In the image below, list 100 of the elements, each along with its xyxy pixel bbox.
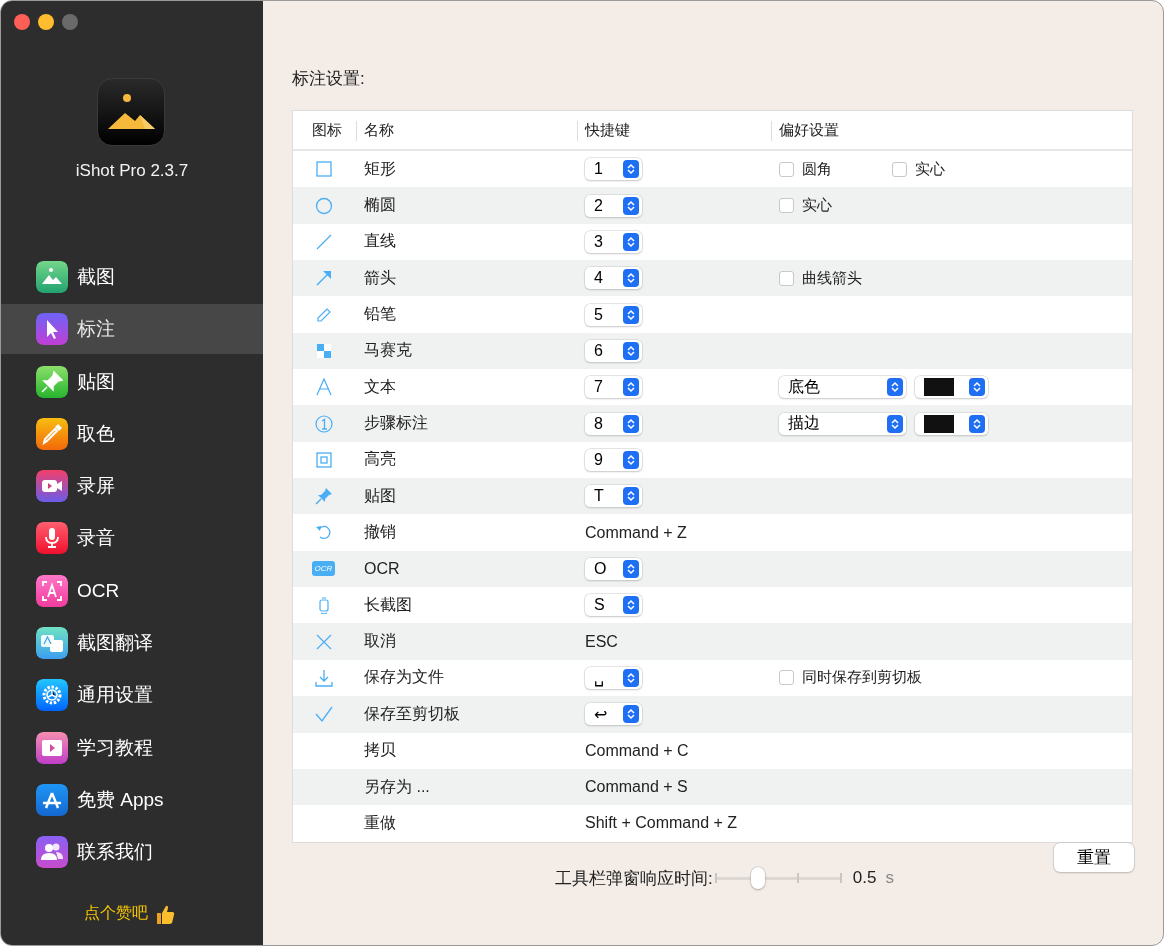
stepper-icon — [627, 199, 635, 212]
eyedropper-icon — [36, 417, 68, 450]
shortcut-popup[interactable]: 3 — [585, 230, 642, 253]
shortcut-text: Command + C — [585, 741, 689, 760]
sidebar-item[interactable]: OCR — [1, 565, 263, 616]
line-icon — [314, 232, 333, 251]
slider-value: 0.5 — [852, 868, 877, 889]
letter-icon — [314, 378, 333, 397]
microphone-icon — [36, 522, 68, 555]
tool-name: 贴图 — [364, 485, 396, 506]
tool-name: 保存至剪切板 — [364, 703, 460, 724]
stepper-icon — [973, 417, 981, 430]
undo-icon — [314, 523, 333, 542]
download-icon — [314, 669, 333, 687]
style-dropdown[interactable]: 底色 — [779, 376, 906, 399]
shortcut-popup[interactable]: 1 — [585, 158, 642, 181]
checkerboard-icon — [314, 341, 333, 360]
checkbox-label: 圆角 — [802, 159, 832, 179]
sidebar-item[interactable]: 标注 — [1, 304, 263, 355]
shortcut-popup[interactable]: 4 — [585, 267, 642, 290]
color-picker[interactable] — [915, 376, 988, 399]
shortcut-popup[interactable]: 7 — [585, 376, 642, 399]
checkbox-label: 曲线箭头 — [802, 268, 862, 288]
sidebar-item[interactable]: 截图 — [1, 252, 263, 302]
people-icon — [36, 836, 68, 869]
tool-name: 直线 — [364, 231, 396, 252]
video-camera-icon — [36, 470, 68, 503]
sidebar-item[interactable]: 贴图 — [1, 356, 263, 407]
checkbox[interactable] — [779, 270, 794, 286]
slider-label: 工具栏弹窗响应时间: — [555, 867, 713, 890]
shortcut-text: Shift + Command + Z — [585, 814, 738, 833]
sidebar-item[interactable]: 截图翻译 — [1, 618, 263, 669]
sidebar-item[interactable]: 通用设置 — [1, 670, 263, 721]
sidebar-item[interactable]: 联系我们 — [1, 827, 263, 878]
shortcut-text: Command + Z — [585, 523, 687, 542]
response-time-slider[interactable] — [715, 869, 841, 888]
arrow-icon — [314, 269, 333, 288]
tool-name: 拷贝 — [364, 740, 396, 761]
app-version: iShot Pro 2.3.7 — [74, 161, 190, 181]
nested-square-icon — [314, 450, 333, 469]
pin-icon — [314, 487, 333, 506]
like-prompt[interactable]: 点个赞吧 — [84, 903, 148, 925]
tool-name: OCR — [364, 559, 400, 578]
tool-name: 矩形 — [364, 158, 396, 179]
shortcut-popup[interactable]: 2 — [585, 194, 642, 217]
slider-thumb[interactable] — [751, 867, 766, 890]
checkbox[interactable] — [779, 670, 794, 686]
checkbox-label: 实心 — [915, 159, 945, 179]
shortcut-popup[interactable]: S — [585, 594, 642, 617]
tool-name: 长截图 — [364, 594, 412, 615]
sidebar-item[interactable]: 录音 — [1, 513, 263, 564]
section-title: 标注设置: — [292, 68, 366, 90]
tool-name: 高亮 — [364, 449, 396, 470]
checkbox[interactable] — [779, 198, 794, 213]
app-store-icon — [36, 783, 68, 816]
stepper-icon — [627, 381, 635, 394]
close-button[interactable] — [14, 14, 30, 30]
stepper-icon — [627, 708, 635, 721]
cursor-icon — [36, 313, 68, 346]
shortcut-popup[interactable]: 8 — [585, 412, 642, 435]
sidebar-item[interactable]: 免费 Apps — [1, 774, 263, 825]
unit-label: s — [885, 868, 894, 889]
stepper-icon — [627, 672, 635, 684]
numbered-circle-icon — [314, 414, 333, 433]
checkbox[interactable] — [892, 161, 907, 177]
picture-icon — [36, 261, 68, 293]
ocr-badge-icon: OCR — [311, 561, 336, 577]
tool-name: 文本 — [364, 376, 396, 397]
reset-button[interactable]: 重置 — [1054, 842, 1134, 872]
video-frame-icon — [36, 731, 68, 764]
shortcut-popup[interactable]: T — [585, 485, 642, 508]
shortcut-popup[interactable]: 5 — [585, 303, 642, 326]
close-icon — [314, 632, 333, 651]
sidebar-item[interactable]: 录屏 — [1, 461, 263, 512]
checkmark-icon — [314, 705, 333, 724]
shortcut-popup[interactable]: 9 — [585, 448, 642, 471]
minimize-button[interactable] — [38, 14, 54, 30]
tool-name: 马赛克 — [364, 340, 412, 361]
checkbox[interactable] — [779, 161, 794, 177]
stepper-icon — [891, 381, 899, 394]
style-dropdown[interactable]: 描边 — [779, 412, 906, 435]
checkbox-label: 实心 — [802, 196, 832, 215]
shortcut-popup[interactable]: O — [585, 557, 642, 580]
stepper-icon — [627, 163, 635, 176]
shortcut-popup[interactable]: ␣ — [585, 667, 642, 689]
stepper-icon — [627, 599, 635, 612]
stepper-icon — [627, 272, 635, 285]
shortcut-popup[interactable]: 6 — [585, 339, 642, 362]
shortcut-popup[interactable]: ↩ — [585, 703, 642, 726]
sidebar-item[interactable]: 取色 — [1, 408, 263, 459]
rectangle-icon — [314, 160, 333, 179]
color-picker[interactable] — [915, 412, 988, 435]
tool-name: 撤销 — [364, 522, 396, 543]
stepper-icon — [627, 453, 635, 466]
sidebar-item[interactable]: 学习教程 — [1, 722, 263, 773]
stepper-icon — [627, 490, 635, 503]
pin-icon — [36, 365, 68, 398]
shortcut-text: ESC — [585, 632, 618, 651]
tool-name: 重做 — [364, 812, 396, 833]
zoom-button[interactable] — [62, 14, 78, 30]
